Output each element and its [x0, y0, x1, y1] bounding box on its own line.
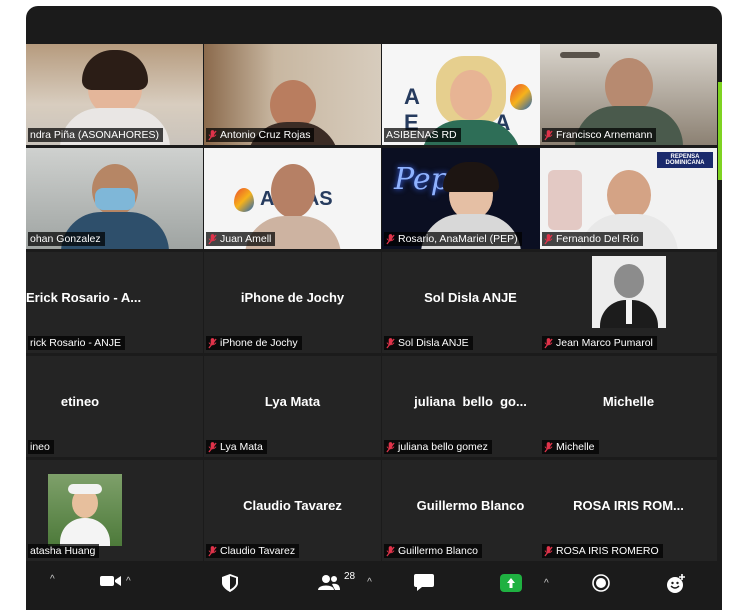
participant-tile[interactable]: ndra Piña (ASONAHORES) [26, 44, 203, 145]
meeting-window: ndra Piña (ASONAHORES) Antonio Cruz Roja… [26, 6, 722, 610]
ceiling-fan [560, 52, 600, 58]
participant-tile[interactable]: Michelle Michelle [540, 356, 717, 457]
participant-tile[interactable]: ROSA IRIS ROM... ROSA IRIS ROMERO [540, 460, 717, 561]
participant-tile[interactable]: Erick Rosario - A... rick Rosario - ANJE [26, 252, 203, 353]
mic-muted-icon [544, 441, 553, 452]
mic-muted-icon [208, 233, 217, 244]
security-button[interactable] [222, 574, 238, 592]
participant-name-label: Juan Amell [206, 232, 276, 246]
participant-name-label: ROSA IRIS ROMERO [542, 544, 663, 558]
participant-tile[interactable]: Pepsi Rosario, AnaMariel (PEP) [382, 148, 559, 249]
participant-tile[interactable]: Jean Marco Pumarol [540, 252, 717, 353]
chat-icon [414, 574, 434, 591]
share-screen-button[interactable]: ^ [500, 574, 549, 592]
share-screen-icon [500, 574, 522, 592]
participants-menu-caret[interactable]: ^ [367, 577, 372, 588]
participant-name-label: ndra Piña (ASONAHORES) [28, 128, 163, 142]
participant-name-label: Francisco Arnemann [542, 128, 657, 142]
participant-tile[interactable]: Claudio Tavarez Claudio Tavarez [204, 460, 381, 561]
droplet-logo [510, 84, 532, 110]
share-menu-caret[interactable]: ^ [544, 578, 549, 589]
mic-muted-icon [544, 545, 553, 556]
participant-name-label: rick Rosario - ANJE [28, 336, 126, 350]
mic-muted-icon [386, 233, 395, 244]
participant-display-name: Erick Rosario - A... [26, 290, 142, 305]
participant-tile[interactable]: Sol Disla ANJE Sol Disla ANJE [382, 252, 559, 353]
participant-tile[interactable]: Lya Mata Lya Mata [204, 356, 381, 457]
record-icon [592, 574, 610, 592]
audio-menu-caret[interactable]: ^ [50, 574, 55, 585]
participants-icon [318, 575, 340, 590]
participant-tile[interactable]: Francisco Arnemann [540, 44, 717, 145]
reactions-icon [667, 574, 685, 593]
participant-name-label: Claudio Tavarez [206, 544, 300, 558]
video-button[interactable]: ^ [100, 574, 131, 588]
participants-button[interactable]: 28 ^ [318, 570, 372, 590]
participant-tile[interactable]: Guillermo Blanco Guillermo Blanco [382, 460, 559, 561]
participant-name-label: ASIBENAS RD [384, 128, 461, 142]
participant-grid: ndra Piña (ASONAHORES) Antonio Cruz Roja… [26, 44, 722, 564]
participant-display-name: Lya Mata [264, 394, 321, 409]
participant-display-name: juliana bello go... [414, 394, 527, 409]
mic-muted-icon [386, 545, 395, 556]
shield-icon [222, 574, 238, 592]
participant-name-label: ohan Gonzalez [28, 232, 105, 246]
participant-name-label: Rosario, AnaMariel (PEP) [384, 232, 522, 246]
participant-display-name: ROSA IRIS ROM... [573, 498, 684, 513]
mic-muted-icon [208, 545, 217, 556]
participant-name-label: ineo [28, 440, 54, 454]
participant-display-name: Sol Disla ANJE [424, 290, 517, 305]
participant-name-label: Jean Marco Pumarol [542, 336, 657, 350]
reactions-button[interactable] [666, 574, 686, 594]
participant-tile[interactable]: juliana bello go... juliana bello gomez [382, 356, 559, 457]
participant-display-name: iPhone de Jochy [240, 290, 345, 305]
participant-name-label: atasha Huang [28, 544, 100, 558]
participant-display-name: Claudio Tavarez [243, 498, 342, 513]
mic-muted-icon [544, 233, 553, 244]
droplet-logo [234, 188, 254, 212]
backdrop-banner: REPENSA DOMINICANA [657, 152, 713, 168]
participant-tile[interactable]: atasha Huang [26, 460, 203, 561]
participant-tile[interactable]: ohan Gonzalez [26, 148, 203, 249]
mic-muted-icon [208, 129, 217, 140]
participant-name-label: Sol Disla ANJE [384, 336, 473, 350]
participant-tile[interactable]: REPENSA DOMINICANA Fernando Del Río [540, 148, 717, 249]
participant-count: 28 [344, 570, 356, 582]
participant-tile[interactable]: ASI ENA ASIBENAS RD [382, 44, 559, 145]
profile-photo [48, 474, 122, 546]
participant-display-name: etineo [60, 394, 100, 409]
mic-muted-icon [208, 441, 217, 452]
mic-muted-icon [208, 337, 217, 348]
profile-photo [592, 256, 666, 328]
participant-name-label: Guillermo Blanco [384, 544, 482, 558]
mic-muted-icon [386, 441, 395, 452]
video-camera-icon [100, 576, 121, 586]
participant-tile[interactable]: iPhone de Jochy iPhone de Jochy [204, 252, 381, 353]
record-button[interactable] [592, 574, 610, 592]
participant-display-name: Guillermo Blanco [416, 498, 525, 513]
participant-tile[interactable]: A NAS Juan Amell [204, 148, 381, 249]
participant-name-label: Antonio Cruz Rojas [206, 128, 315, 142]
chat-button[interactable] [414, 574, 434, 592]
active-speaker-indicator [718, 82, 722, 180]
mic-muted-icon [544, 337, 553, 348]
video-menu-caret[interactable]: ^ [126, 576, 131, 587]
participant-name-label: juliana bello gomez [384, 440, 492, 454]
mic-muted-icon [386, 337, 395, 348]
participant-name-label: Fernando Del Río [542, 232, 643, 246]
participant-name-label: iPhone de Jochy [206, 336, 302, 350]
participant-tile[interactable]: etineo ineo [26, 356, 203, 457]
participant-name-label: Lya Mata [206, 440, 267, 454]
mic-muted-icon [544, 129, 553, 140]
participant-name-label: Michelle [542, 440, 599, 454]
participant-tile[interactable]: Antonio Cruz Rojas [204, 44, 381, 145]
meeting-toolbar: ^ ^ 28 ^ ^ [26, 564, 722, 610]
participant-display-name: Michelle [602, 394, 655, 409]
